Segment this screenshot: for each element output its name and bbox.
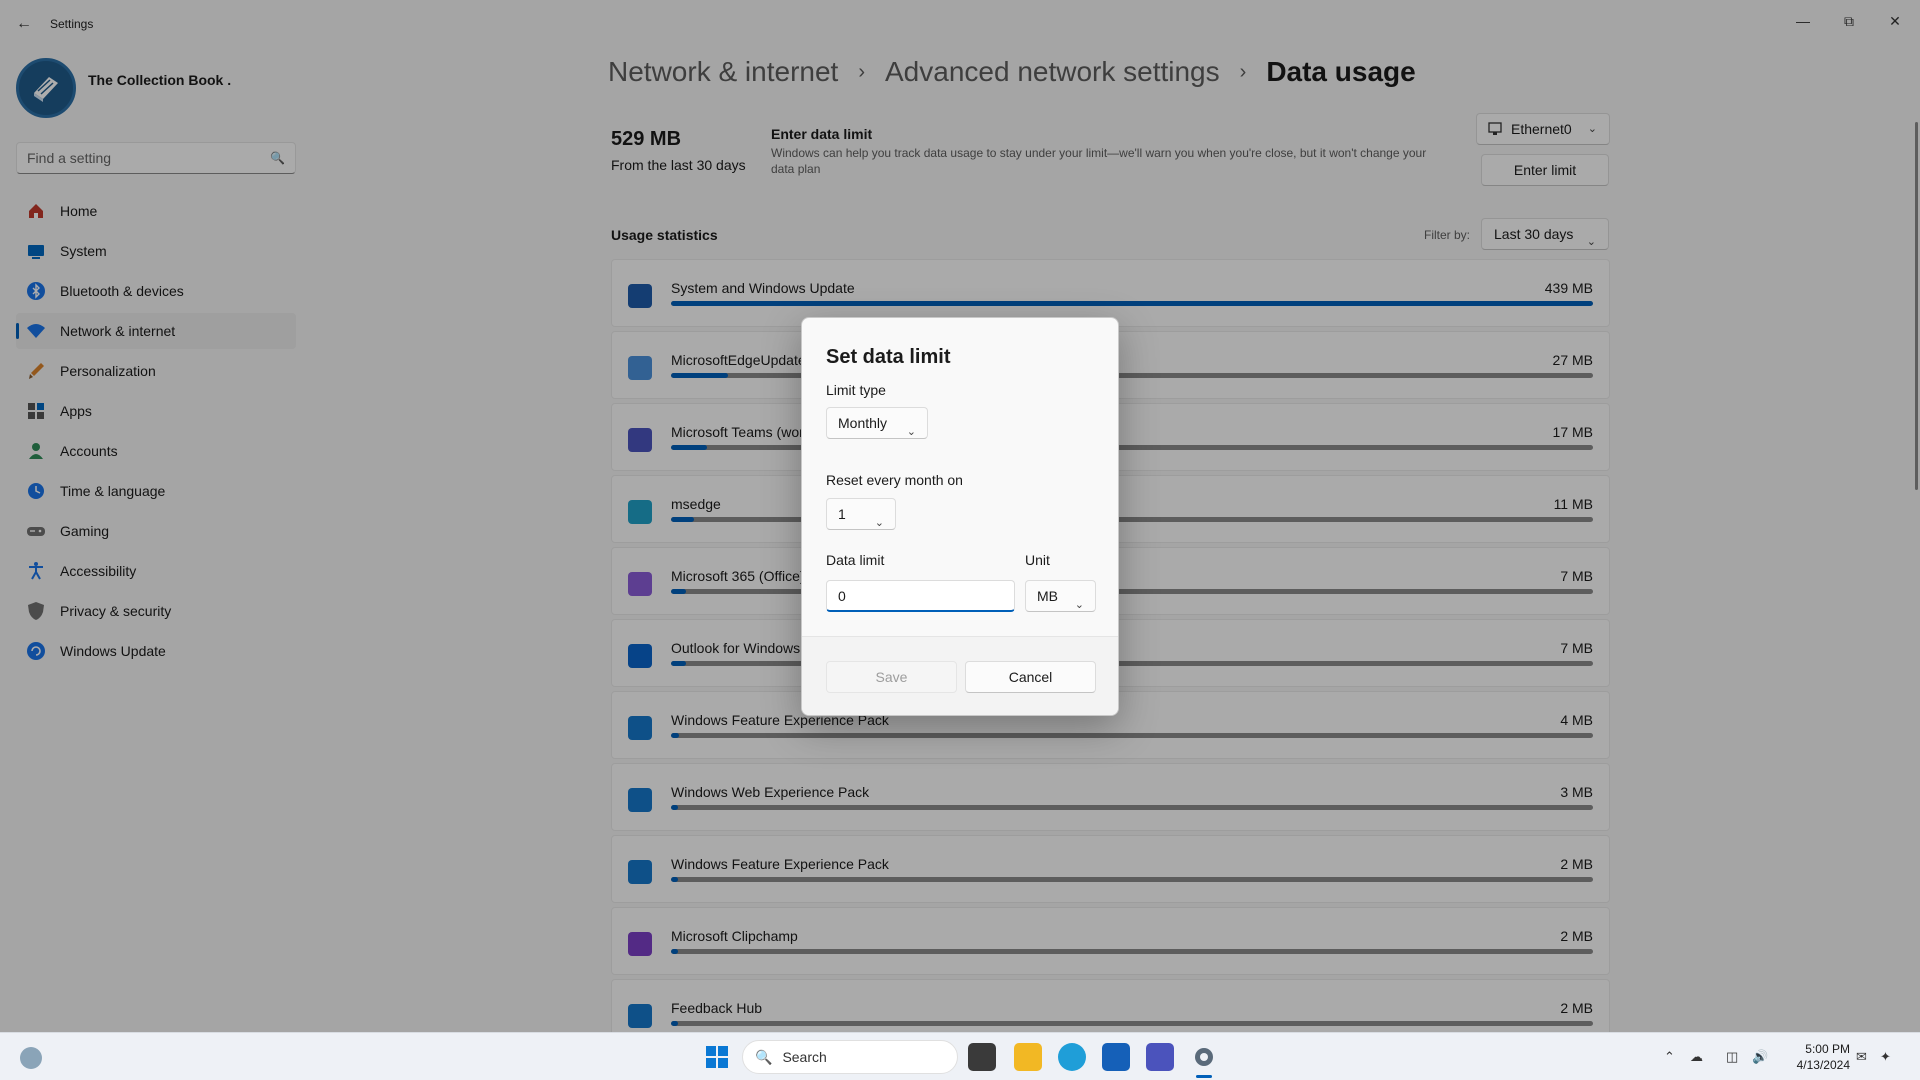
limit-type-value: Monthly — [838, 415, 888, 431]
limit-type-select[interactable]: Monthly ⌄ — [826, 407, 928, 439]
active-app-indicator — [1196, 1075, 1212, 1078]
clock-time: 5:00 PM — [1805, 1042, 1850, 1056]
dialog-title: Set data limit — [826, 346, 951, 368]
save-button[interactable]: Save — [826, 661, 957, 693]
widgets-icon[interactable] — [20, 1047, 42, 1069]
windows-start-icon[interactable] — [703, 1043, 731, 1071]
teams-icon[interactable] — [1146, 1043, 1174, 1071]
notification-icon[interactable]: ✉ — [1856, 1049, 1867, 1065]
copilot-icon[interactable]: ✦ — [1880, 1049, 1891, 1065]
edge-icon[interactable] — [1058, 1043, 1086, 1071]
chevron-up-icon[interactable]: ⌃ — [1664, 1049, 1675, 1065]
clock[interactable]: 5:00 PM 4/13/2024 — [1797, 1041, 1850, 1073]
network-icon[interactable]: ◫ — [1726, 1049, 1738, 1065]
unit-select[interactable]: MB ⌄ — [1025, 580, 1096, 612]
volume-icon[interactable]: 🔊 — [1752, 1049, 1768, 1065]
task-view-icon[interactable] — [968, 1043, 996, 1071]
dialog-footer: Save Cancel — [802, 636, 1118, 715]
taskbar-search[interactable]: 🔍 Search — [742, 1040, 958, 1074]
cloud-icon[interactable]: ☁ — [1690, 1049, 1703, 1065]
reset-day-select[interactable]: 1 ⌄ — [826, 498, 896, 530]
reset-day-value: 1 — [838, 506, 846, 522]
unit-label: Unit — [1025, 552, 1050, 568]
store-icon[interactable] — [1102, 1043, 1130, 1071]
search-icon: 🔍 — [755, 1048, 773, 1065]
clock-date: 4/13/2024 — [1796, 1058, 1850, 1072]
unit-value: MB — [1037, 588, 1058, 604]
taskbar-search-label: Search — [782, 1049, 827, 1065]
chevron-down-icon: ⌄ — [906, 426, 916, 438]
data-limit-input[interactable] — [826, 580, 1015, 612]
settings-gear-icon[interactable] — [1190, 1043, 1218, 1071]
cancel-button[interactable]: Cancel — [965, 661, 1096, 693]
chevron-down-icon: ⌄ — [874, 517, 884, 529]
reset-day-label: Reset every month on — [826, 472, 963, 488]
set-data-limit-dialog: Set data limit Limit type Monthly ⌄ Rese… — [801, 317, 1119, 716]
limit-type-label: Limit type — [826, 382, 886, 398]
data-limit-label: Data limit — [826, 552, 885, 568]
chevron-down-icon: ⌄ — [1074, 599, 1084, 611]
taskbar: 🔍 Search ⌃ ☁ ◫ 🔊 5:00 PM 4/13/2024 ✉ ✦ — [0, 1032, 1920, 1080]
file-explorer-icon[interactable] — [1014, 1043, 1042, 1071]
